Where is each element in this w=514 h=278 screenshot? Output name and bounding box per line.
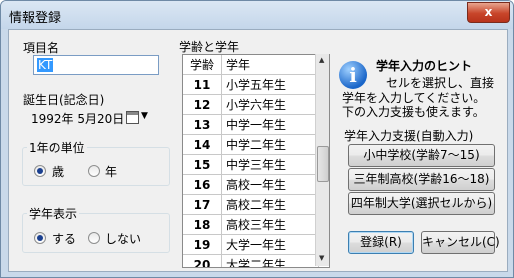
item-name-input[interactable]: KT (33, 55, 159, 75)
register-button[interactable]: 登録(R) (348, 231, 414, 254)
grade-name-cell[interactable]: 中学二年生 (221, 134, 319, 155)
grade-age-cell[interactable]: 11 (183, 74, 222, 95)
grade-name-cell[interactable]: 高校一年生 (221, 174, 319, 195)
grade-age-cell[interactable]: 20 (183, 254, 222, 267)
grade-display-label: 学年表示 (27, 205, 80, 222)
birthday-value: 1992年 5月20日 (31, 112, 125, 126)
chevron-down-icon[interactable]: ▼ (141, 111, 148, 121)
grade-label-off: しない (105, 232, 142, 246)
grade-age-cell[interactable]: 17 (183, 194, 222, 215)
grade-name-cell[interactable]: 中学一年生 (221, 114, 319, 135)
title-bar[interactable]: 情報登録 x (1, 1, 513, 29)
grade-age-cell[interactable]: 19 (183, 234, 222, 255)
grade-name-cell[interactable]: 大学二年生 (221, 254, 319, 267)
grade-name-cell[interactable]: 中学三年生 (221, 154, 319, 175)
grade-age-cell[interactable]: 16 (183, 174, 222, 195)
calendar-icon[interactable] (126, 111, 139, 124)
dialog-window: 情報登録 x 項目名 KT 誕生日(記念日) 1992年 5月20日 ▼ 1年の… (0, 0, 514, 278)
table-row[interactable]: 13 中学一年生 (183, 114, 319, 135)
assist-university-button[interactable]: 四年制大学(選択セルから) (348, 192, 495, 215)
grade-name-cell[interactable]: 高校三年生 (221, 214, 319, 235)
table-row[interactable]: 18 高校三年生 (183, 214, 319, 235)
unit-label-sai: 歳 (52, 165, 65, 179)
grade-age-cell[interactable]: 13 (183, 114, 222, 135)
grade-age-cell[interactable]: 15 (183, 154, 222, 175)
scroll-thumb[interactable] (317, 146, 329, 182)
assist-label: 学年入力支援(自動入力) (344, 129, 474, 143)
birthday-label: 誕生日(記念日) (23, 93, 105, 107)
assist-high-school-button[interactable]: 三年制高校(学齢16～18) (348, 168, 495, 191)
grade-name-cell[interactable]: 大学一年生 (221, 234, 319, 255)
unit-label-nen: 年 (105, 165, 118, 179)
table-row[interactable]: 16 高校一年生 (183, 174, 319, 195)
window-title: 情報登録 (9, 11, 62, 26)
table-row[interactable]: 11 小学五年生 (183, 74, 319, 95)
grade-age-cell[interactable]: 18 (183, 214, 222, 235)
grade-age-cell[interactable]: 14 (183, 134, 222, 155)
grade-grid[interactable]: 学齢 学年 11 小学五年生 12 小学六年生 13 中学一年生 14 中学二年生 15 中学三年… (182, 54, 330, 268)
grade-name-cell[interactable]: 高校二年生 (221, 194, 319, 215)
table-row[interactable]: 17 高校二年生 (183, 194, 319, 215)
unit-radio-sai[interactable] (34, 165, 46, 177)
birthday-date-picker[interactable]: 1992年 5月20日 ▼ (27, 107, 155, 127)
unit-group-label: 1年の単位 (27, 139, 87, 156)
grade-age-cell[interactable]: 12 (183, 94, 222, 115)
close-button[interactable]: x (467, 2, 510, 23)
grade-table: 学齢 学年 11 小学五年生 12 小学六年生 13 中学一年生 14 中学二年生 15 中学三年… (183, 55, 319, 267)
table-row[interactable]: 12 小学六年生 (183, 94, 319, 115)
table-row[interactable]: 20 大学二年生 (183, 254, 319, 267)
grid-scrollbar[interactable]: ▲ ▼ (315, 54, 329, 266)
scroll-up-icon[interactable]: ▲ (319, 56, 324, 64)
unit-radio-nen[interactable] (88, 165, 100, 177)
table-row[interactable]: 15 中学三年生 (183, 154, 319, 175)
grade-radio-on[interactable] (34, 232, 46, 244)
table-row[interactable]: 19 大学一年生 (183, 234, 319, 255)
grade-label-on: する (52, 232, 77, 246)
assist-elem-junior-button[interactable]: 小中学校(学齢7～15) (348, 144, 495, 167)
item-name-value: KT (37, 58, 54, 72)
hint-title: 学年入力のヒント (376, 59, 473, 73)
grade-table-header: 学齢 学年 (183, 55, 319, 75)
header-grade: 学年 (221, 55, 319, 75)
scroll-down-icon[interactable]: ▼ (319, 254, 324, 262)
dialog-body: 項目名 KT 誕生日(記念日) 1992年 5月20日 ▼ 1年の単位 歳 年 … (8, 29, 508, 272)
hint-line-3: 下の入力支援も使えます。 (342, 105, 485, 119)
grade-name-cell[interactable]: 小学六年生 (221, 94, 319, 115)
item-name-label: 項目名 (23, 41, 60, 55)
info-icon: i (339, 61, 367, 89)
grade-name-cell[interactable]: 小学五年生 (221, 74, 319, 95)
cancel-button[interactable]: キャンセル(C) (421, 231, 500, 254)
table-row[interactable]: 14 中学二年生 (183, 134, 319, 155)
grade-grid-label: 学齢と学年 (179, 40, 240, 54)
header-age: 学齢 (183, 55, 222, 75)
grade-radio-off[interactable] (88, 232, 100, 244)
